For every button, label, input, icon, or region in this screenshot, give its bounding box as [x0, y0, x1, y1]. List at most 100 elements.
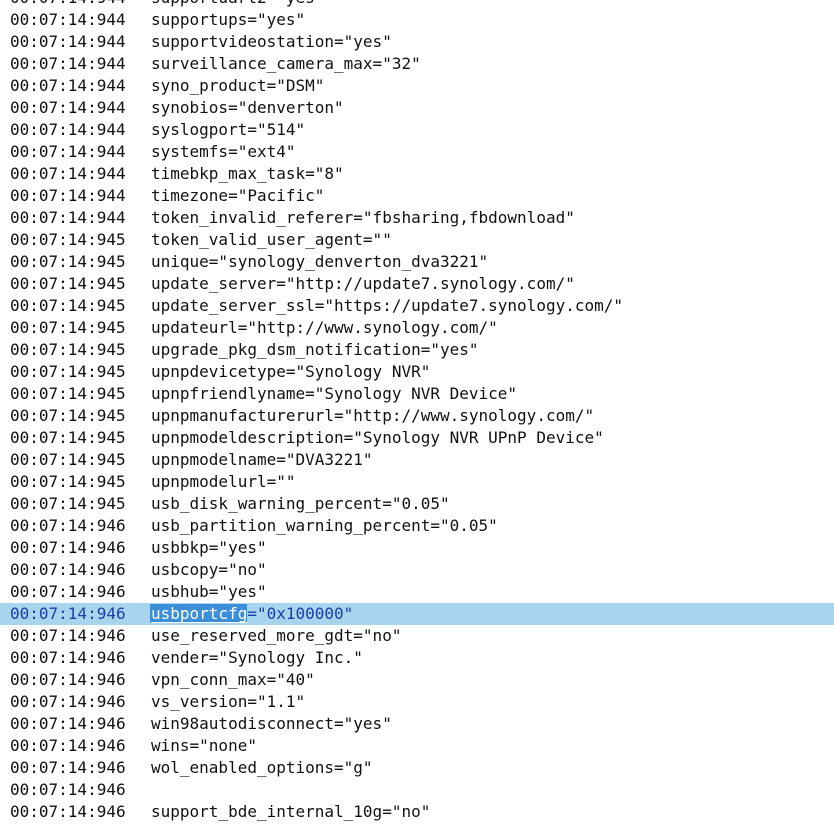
log-line[interactable]: 00:07:14:944 supportuart2="yes" — [0, 0, 834, 9]
log-line[interactable]: 00:07:14:945 upnpfriendlyname="Synology N… — [0, 383, 834, 405]
timestamp: 00:07:14:945 — [10, 296, 126, 315]
log-line[interactable]: 00:07:14:945 upgrade_pkg_dsm_notification… — [0, 339, 834, 361]
timestamp: 00:07:14:946 — [10, 560, 126, 579]
log-message: wol_enabled_options="g" — [151, 758, 373, 777]
log-line[interactable]: 00:07:14:945 unique="synology_denverton_d… — [0, 251, 834, 273]
log-message: usbhub="yes" — [151, 582, 267, 601]
log-line[interactable]: 00:07:14:944 supportvideostation="yes" — [0, 31, 834, 53]
timestamp: 00:07:14:946 — [10, 516, 126, 535]
timestamp: 00:07:14:944 — [10, 98, 126, 117]
log-message: upnpmodelurl="" — [151, 472, 296, 491]
log-message: supportvideostation="yes" — [151, 32, 392, 51]
timestamp: 00:07:14:946 — [10, 538, 126, 557]
log-message: usbcopy="no" — [151, 560, 267, 579]
log-line[interactable]: 00:07:14:944 supportups="yes" — [0, 9, 834, 31]
timestamp: 00:07:14:945 — [10, 384, 126, 403]
timestamp: 00:07:14:944 — [10, 120, 126, 139]
log-message: usbportcfg="0x100000" — [150, 603, 354, 625]
log-line[interactable]: 00:07:14:944 syno_product="DSM" — [0, 75, 834, 97]
log-line[interactable]: 00:07:14:944 synobios="denverton" — [0, 97, 834, 119]
log-line[interactable]: 00:07:14:944 token_invalid_referer="fbsha… — [0, 207, 834, 229]
timestamp: 00:07:14:945 — [10, 450, 126, 469]
log-message: timebkp_max_task="8" — [151, 164, 344, 183]
log-line[interactable]: 00:07:14:946 wins="none" — [0, 735, 834, 757]
log-message: use_reserved_more_gdt="no" — [151, 626, 402, 645]
log-message: vender="Synology Inc." — [151, 648, 363, 667]
log-message: upgrade_pkg_dsm_notification="yes" — [151, 340, 479, 359]
log-line[interactable]: 00:07:14:946 win98autodisconnect="yes" — [0, 713, 834, 735]
log-message: win98autodisconnect="yes" — [151, 714, 392, 733]
timestamp: 00:07:14:945 — [10, 472, 126, 491]
timestamp: 00:07:14:946 — [10, 802, 126, 821]
log-message-rest: ="0x100000" — [247, 604, 354, 623]
log-line[interactable]: 00:07:14:945 upnpdevicetype="Synology NVR… — [0, 361, 834, 383]
timestamp: 00:07:14:946 — [10, 604, 126, 623]
log-line[interactable]: 00:07:14:945 upnpmodelurl="" — [0, 471, 834, 493]
log-message: upnpmanufacturerurl="http://www.synology… — [151, 406, 595, 425]
timestamp: 00:07:14:944 — [10, 10, 126, 29]
log-line[interactable]: 00:07:14:945 usb_disk_warning_percent="0.… — [0, 493, 834, 515]
timestamp: 00:07:14:944 — [10, 54, 126, 73]
log-message: upnpdevicetype="Synology NVR" — [151, 362, 431, 381]
log-message: supportuart2="yes" — [151, 0, 324, 9]
log-line[interactable]: 00:07:14:945 update_server_ssl="https://u… — [0, 295, 834, 317]
log-message: unique="synology_denverton_dva3221" — [151, 252, 489, 271]
log-message: token_invalid_referer="fbsharing,fbdownl… — [151, 208, 575, 227]
log-message: timezone="Pacific" — [151, 186, 325, 205]
log-line[interactable]: 00:07:14:944 surveillance_camera_max="32" — [0, 53, 834, 75]
log-message: token_valid_user_agent="" — [151, 230, 392, 249]
log-message: update_server="http://update7.synology.c… — [151, 274, 575, 293]
timestamp: 00:07:14:946 — [10, 692, 126, 711]
timestamp: 00:07:14:945 — [10, 362, 126, 381]
timestamp: 00:07:14:945 — [10, 230, 126, 249]
log-line[interactable]: 00:07:14:946 support_bde_internal_10g="no… — [0, 801, 834, 823]
log-message: usb_disk_warning_percent="0.05" — [151, 494, 450, 513]
log-line-selected[interactable]: 00:07:14:946 usbportcfg="0x100000" — [0, 603, 834, 625]
timestamp: 00:07:14:945 — [10, 494, 126, 513]
log-line[interactable]: 00:07:14:945 upnpmodeldescription="Synolo… — [0, 427, 834, 449]
log-message: support_bde_internal_10g="no" — [151, 802, 431, 821]
log-line[interactable]: 00:07:14:944 syslogport="514" — [0, 119, 834, 141]
log-line[interactable]: 00:07:14:945 update_server="http://update… — [0, 273, 834, 295]
timestamp: 00:07:14:944 — [10, 142, 126, 161]
log-line[interactable]: 00:07:14:946 wol_enabled_options="g" — [0, 757, 834, 779]
log-line[interactable]: 00:07:14:946 vpn_conn_max="40" — [0, 669, 834, 691]
log-view[interactable]: 00:07:14:944 supportuart2="yes" 00:07:14:… — [0, 0, 834, 823]
log-line[interactable]: 00:07:14:946 use_reserved_more_gdt="no" — [0, 625, 834, 647]
log-line[interactable]: 00:07:14:945 updateurl="http://www.synolo… — [0, 317, 834, 339]
log-line[interactable]: 00:07:14:946 vender="Synology Inc." — [0, 647, 834, 669]
log-message: systemfs="ext4" — [151, 142, 296, 161]
timestamp: 00:07:14:946 — [10, 736, 126, 755]
timestamp: 00:07:14:945 — [10, 318, 126, 337]
timestamp: 00:07:14:945 — [10, 252, 126, 271]
log-line[interactable]: 00:07:14:944 timebkp_max_task="8" — [0, 163, 834, 185]
log-message: upnpfriendlyname="Synology NVR Device" — [151, 384, 518, 403]
log-line[interactable]: 00:07:14:946 — [0, 779, 834, 801]
timestamp: 00:07:14:946 — [10, 758, 126, 777]
timestamp: 00:07:14:946 — [10, 582, 126, 601]
log-message: update_server_ssl="https://update7.synol… — [151, 296, 624, 315]
log-message: upnpmodeldescription="Synology NVR UPnP … — [151, 428, 604, 447]
log-line[interactable]: 00:07:14:944 systemfs="ext4" — [0, 141, 834, 163]
log-line[interactable]: 00:07:14:944 timezone="Pacific" — [0, 185, 834, 207]
timestamp: 00:07:14:945 — [10, 406, 126, 425]
timestamp: 00:07:14:945 — [10, 428, 126, 447]
timestamp: 00:07:14:944 — [10, 32, 126, 51]
timestamp: 00:07:14:946 — [10, 780, 126, 799]
timestamp: 00:07:14:944 — [10, 76, 126, 95]
log-line[interactable]: 00:07:14:945 upnpmodelname="DVA3221" — [0, 449, 834, 471]
log-line[interactable]: 00:07:14:946 vs_version="1.1" — [0, 691, 834, 713]
timestamp: 00:07:14:944 — [10, 164, 126, 183]
timestamp: 00:07:14:946 — [10, 670, 126, 689]
timestamp: 00:07:14:945 — [10, 274, 126, 293]
log-line[interactable]: 00:07:14:946 usbhub="yes" — [0, 581, 834, 603]
log-message: upnpmodelname="DVA3221" — [151, 450, 373, 469]
log-line[interactable]: 00:07:14:946 usb_partition_warning_percen… — [0, 515, 834, 537]
log-line[interactable]: 00:07:14:946 usbcopy="no" — [0, 559, 834, 581]
log-line[interactable]: 00:07:14:946 usbbkp="yes" — [0, 537, 834, 559]
log-message: synobios="denverton" — [151, 98, 344, 117]
log-line[interactable]: 00:07:14:945 token_valid_user_agent="" — [0, 229, 834, 251]
log-message: supportups="yes" — [151, 10, 306, 29]
selected-word[interactable]: usbportcfg — [150, 604, 248, 623]
log-line[interactable]: 00:07:14:945 upnpmanufacturerurl="http://… — [0, 405, 834, 427]
